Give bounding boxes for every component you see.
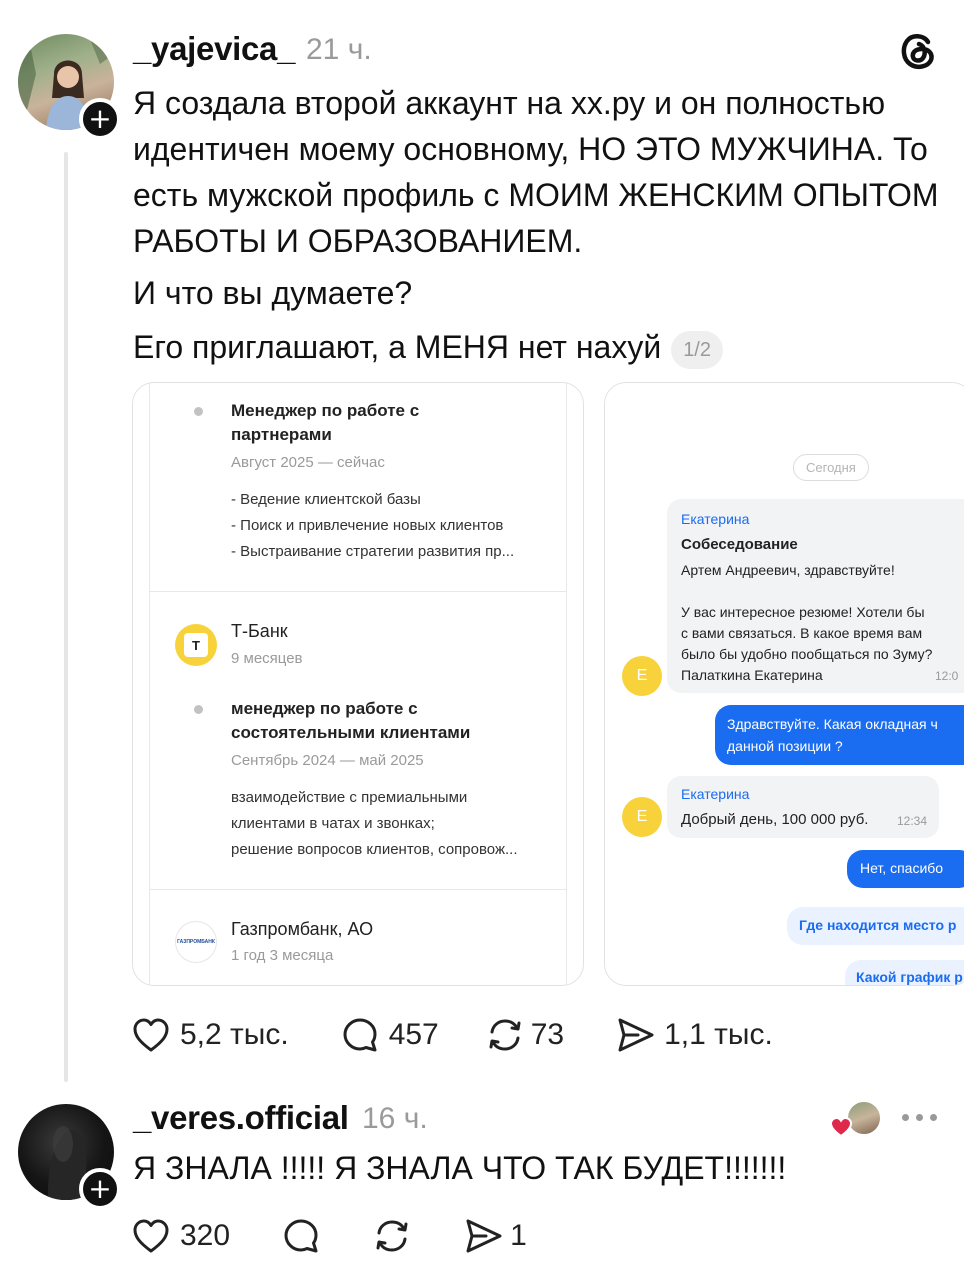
job1-duty-2: - Поиск и привлечение новых клиентов: [231, 517, 504, 534]
post-paragraph-3-text: Его приглашают, а МЕНЯ нет нахуй: [133, 329, 662, 365]
job2-period: Сентябрь 2024 — май 2025: [231, 752, 424, 769]
resume-card[interactable]: Менеджер по работе с партнерами Август 2…: [132, 382, 584, 986]
reply-username[interactable]: _veres.official: [133, 1099, 349, 1137]
reply-actions: 320 1: [132, 1217, 527, 1255]
job1-duty-1: - Ведение клиентской базы: [231, 491, 421, 508]
incoming-message: Екатерина Собеседование Артем Андреевич,…: [667, 499, 964, 693]
job1-period: Август 2025 — сейчас: [231, 454, 385, 471]
like-button[interactable]: 5,2 тыс.: [132, 1017, 289, 1053]
message-sender: Екатерина: [681, 786, 750, 802]
share-button[interactable]: 1,1 тыс.: [616, 1016, 773, 1054]
outgoing-line-2: данной позиции ?: [727, 738, 843, 754]
post-paragraph-1: Я создала второй аккаунт на хх.ру и он п…: [133, 85, 939, 259]
repost-button[interactable]: [372, 1217, 412, 1255]
resume-content: Менеджер по работе с партнерами Август 2…: [149, 383, 567, 985]
message-body-3: было бы удобно пообщаться по Зуму?: [681, 646, 933, 662]
share-icon: [466, 1219, 502, 1253]
company3-name: Газпромбанк, АО: [231, 919, 374, 939]
company3-duration: 1 год 3 месяца: [231, 947, 334, 964]
message-time: 12:0: [935, 669, 959, 683]
job-bullet: [194, 407, 203, 416]
repost-icon: [489, 1019, 521, 1051]
reply-time: 16 ч.: [362, 1102, 428, 1135]
message-body-2: с вами связаться. В какое время вам: [681, 625, 923, 641]
more-options-icon[interactable]: [902, 1114, 937, 1121]
message-subject: Собеседование: [681, 536, 798, 553]
thread-line: [64, 152, 68, 1082]
post-paragraph-3: Его приглашают, а МЕНЯ нет нахуй 1/2: [133, 324, 943, 370]
outgoing-text: Нет, спасибо: [860, 860, 944, 876]
heart-icon: [133, 1219, 169, 1253]
like-count: 5,2 тыс.: [180, 1018, 289, 1051]
repost-icon: [376, 1220, 408, 1252]
carousel-pager: 1/2: [671, 330, 723, 369]
divider: [150, 889, 566, 890]
repost-button[interactable]: 73: [485, 1016, 564, 1054]
message-greeting: Артем Андреевич, здравствуйте!: [681, 562, 895, 578]
message-sender: Екатерина: [681, 511, 750, 527]
comment-button[interactable]: 457: [341, 1016, 439, 1054]
chat-card[interactable]: Сегодня Екатерина Собеседование Артем Ан…: [604, 382, 964, 986]
outgoing-message: Где находится место р: [787, 907, 964, 945]
tbank-logo: T: [175, 624, 217, 666]
share-count: 1,1 тыс.: [664, 1018, 773, 1051]
recruiter-avatar: Е: [622, 656, 662, 696]
message-text: Добрый день, 100 000 руб.: [681, 811, 869, 828]
like-button[interactable]: 320: [132, 1218, 230, 1254]
post-text: Я создала второй аккаунт на хх.ру и он п…: [133, 80, 943, 374]
post-username[interactable]: _yajevica_: [133, 30, 295, 68]
outgoing-message: Нет, спасибо: [847, 850, 964, 888]
divider: [150, 591, 566, 592]
threads-logo-icon[interactable]: [898, 30, 938, 70]
job1-duty-3: - Выстраивание стратегии развития пр...: [231, 543, 515, 560]
comment-button[interactable]: [282, 1217, 320, 1255]
comment-count: 457: [388, 1018, 439, 1051]
share-count: 1: [510, 1219, 527, 1252]
company2-name: Т-Банк: [231, 621, 288, 641]
follow-plus-icon[interactable]: +: [79, 98, 121, 140]
tbank-logo-shield: T: [184, 633, 208, 657]
date-chip: Сегодня: [793, 454, 869, 481]
comment-icon: [343, 1018, 377, 1052]
outgoing-text: Какой график р: [856, 969, 963, 985]
message-time: 12:34: [897, 814, 928, 828]
company2-duration: 9 месяцев: [231, 650, 303, 667]
outgoing-line-1: Здравствуйте. Какая окладная ч: [727, 716, 938, 732]
job2-duty-3: решение вопросов клиентов, сопровож...: [231, 841, 518, 858]
message-signature: Палаткина Екатерина: [681, 667, 823, 683]
job1-title: Менеджер по работе с партнерами: [231, 401, 420, 444]
follow-plus-icon[interactable]: +: [79, 1168, 121, 1210]
job2-duty-2: клиентами в чатах и звонках;: [231, 815, 435, 832]
post-paragraph-2: И что вы думаете?: [133, 275, 413, 311]
job-bullet: [194, 705, 203, 714]
repost-count: 73: [530, 1018, 565, 1051]
message-body-1: У вас интересное резюме! Хотели бы: [681, 604, 925, 620]
post-actions: 5,2 тыс. 457 73 1,1 тыс.: [132, 1016, 773, 1054]
job2-title: менеджер по работе с состоятельными клие…: [231, 699, 471, 742]
like-count: 320: [180, 1219, 231, 1252]
gazprombank-logo: ГАЗПРОМБАНК: [175, 921, 217, 963]
heart-icon: [133, 1018, 169, 1052]
post-time: 21 ч.: [306, 33, 372, 66]
outgoing-message: Здравствуйте. Какая окладная ч данной по…: [715, 705, 964, 765]
share-button[interactable]: 1: [464, 1217, 527, 1255]
outgoing-text: Где находится место р: [799, 917, 957, 933]
job2-duty-1: взаимодействие с премиальными: [231, 789, 468, 806]
comment-icon: [284, 1219, 318, 1253]
heart-badge-icon: [829, 1116, 853, 1138]
incoming-message: Екатерина Добрый день, 100 000 руб. 12:3…: [667, 776, 939, 838]
recruiter-avatar: Е: [622, 797, 662, 837]
reply-text: Я ЗНАЛА !!!!! Я ЗНАЛА ЧТО ТАК БУДЕТ!!!!!…: [133, 1150, 787, 1186]
share-icon: [618, 1018, 654, 1052]
outgoing-message: Какой график р: [845, 960, 964, 985]
